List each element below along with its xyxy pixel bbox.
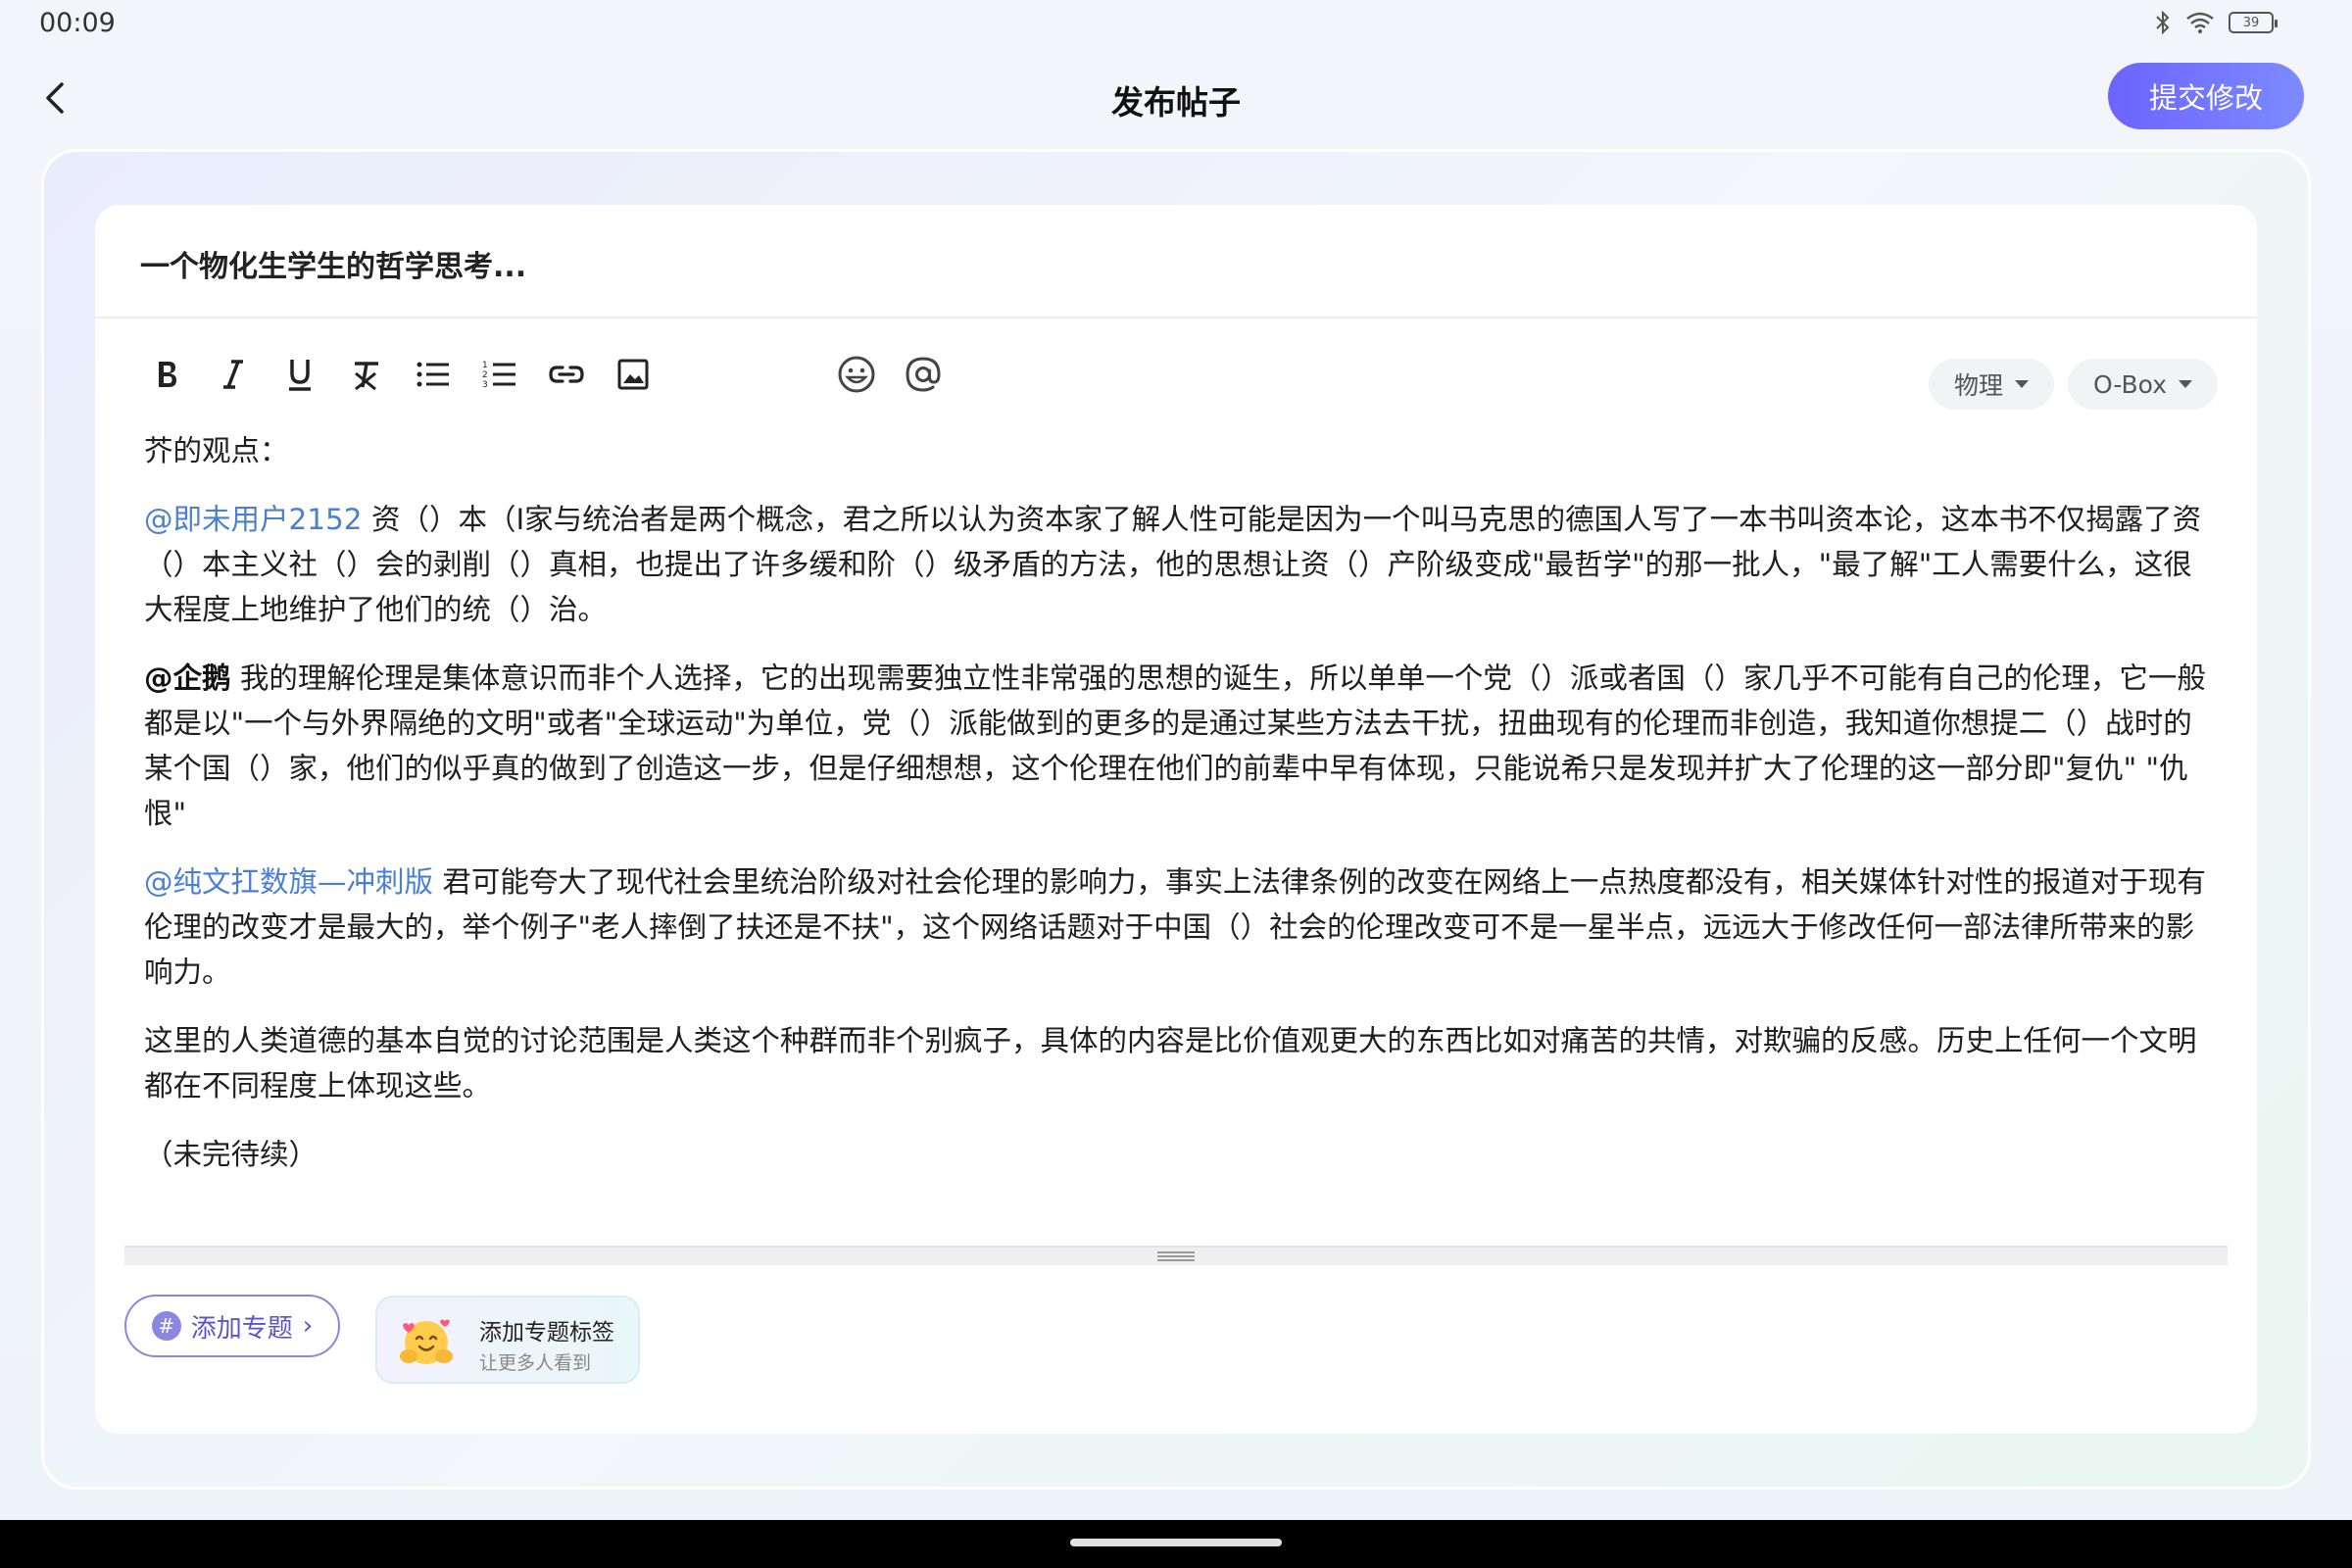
chevron-left-icon xyxy=(46,82,64,114)
mention-button[interactable] xyxy=(901,352,946,397)
status-time: 00:09 xyxy=(39,8,116,38)
topic-tip-bubble[interactable]: 添加专题标签 让更多人看到 xyxy=(375,1296,640,1384)
category-selectors: 物理 O-Box xyxy=(1929,359,2218,410)
wifi-icon xyxy=(2186,12,2214,33)
underline-icon xyxy=(289,360,311,391)
paragraph-4: 这里的人类道德的基本自觉的讨论范围是人类这个种群而非个别疯子，具体的内容是比价值… xyxy=(144,1024,2197,1102)
caret-down-icon xyxy=(2015,380,2030,388)
header: 发布帖子 提交修改 xyxy=(0,59,2352,137)
paragraph-2: @企鹅 我的理解伦理是集体意识而非个人选择，它的出现需要独立性非常强的思想的诞生… xyxy=(144,656,2212,836)
clear-format-icon xyxy=(355,362,378,391)
hashtag-icon: # xyxy=(151,1311,181,1341)
post-title-input[interactable]: 一个物化生学生的哲学思考... xyxy=(140,242,526,285)
title-row[interactable]: 一个物化生学生的哲学思考... xyxy=(95,205,2257,318)
numbered-list-button[interactable]: 123 xyxy=(477,352,522,397)
mention-link[interactable]: @即未用户2152 xyxy=(144,503,363,536)
bullet-list-button[interactable] xyxy=(411,352,456,397)
chevron-right-icon: › xyxy=(302,1311,314,1341)
tip-subtitle: 让更多人看到 xyxy=(479,1352,592,1374)
emoji-icon xyxy=(838,356,875,393)
paragraph-text: 君可能夸大了现代社会里统治阶级对社会伦理的影响力，事实上法律条例的改变在网络上一… xyxy=(144,865,2206,989)
italic-icon xyxy=(223,360,243,389)
status-bar: 00:09 39 xyxy=(0,0,2352,49)
status-icons: 39 xyxy=(2154,10,2278,35)
add-topic-label: 添加专题 xyxy=(190,1313,293,1344)
numbered-list-icon: 123 xyxy=(482,361,515,390)
paragraph-3: @纯文扛数旗—冲刺版 君可能夸大了现代社会里统治阶级对社会伦理的影响力，事实上法… xyxy=(144,859,2212,995)
bullet-list-icon xyxy=(416,362,449,387)
paragraph-intro: 芥的观点： xyxy=(144,434,289,467)
editor-resize-handle[interactable] xyxy=(124,1246,2228,1265)
battery-icon: 39 xyxy=(2229,12,2278,33)
at-sign-icon xyxy=(906,357,941,392)
insert-image-button[interactable] xyxy=(611,352,656,397)
paragraph-5: （未完待续） xyxy=(144,1138,318,1171)
underline-button[interactable] xyxy=(277,352,322,397)
mention-link[interactable]: @纯文扛数旗—冲刺版 xyxy=(144,865,433,899)
paragraph-text: 我的理解伦理是集体意识而非个人选择，它的出现需要独立性非常强的思想的诞生，所以单… xyxy=(144,662,2206,830)
page-title: 发布帖子 xyxy=(1111,83,1241,122)
battery-level: 39 xyxy=(2242,15,2260,30)
svg-text:1: 1 xyxy=(482,361,488,370)
bluetooth-icon xyxy=(2156,10,2170,35)
bold-button[interactable] xyxy=(144,352,189,397)
caret-down-icon xyxy=(2179,380,2192,388)
back-button[interactable] xyxy=(29,73,80,123)
subject-selector-label: 物理 xyxy=(1954,371,2004,400)
box-selector-label: O-Box xyxy=(2093,369,2167,399)
tip-title: 添加专题标签 xyxy=(479,1320,614,1346)
bold-icon xyxy=(159,362,176,387)
home-indicator[interactable] xyxy=(1070,1539,1282,1546)
link-button[interactable] xyxy=(544,352,589,397)
submit-edit-button[interactable]: 提交修改 xyxy=(2108,63,2304,129)
paragraph-1: @即未用户2152 资（）本（I家与统治者是两个概念，君之所以认为资本家了解人性… xyxy=(144,497,2212,632)
formatting-toolbar: 123 xyxy=(144,348,967,401)
link-icon xyxy=(549,366,584,383)
mention-bold[interactable]: @企鹅 xyxy=(144,662,231,695)
grip-icon xyxy=(1157,1251,1195,1261)
subject-selector[interactable]: 物理 xyxy=(1929,359,2055,410)
emoji-button[interactable] xyxy=(834,352,879,397)
paragraph-text: 资（）本（I家与统治者是两个概念，君之所以认为资本家了解人性可能是因为一个叫马克… xyxy=(144,503,2202,626)
image-icon xyxy=(617,359,649,390)
svg-text:2: 2 xyxy=(482,370,488,380)
add-topic-button[interactable]: # 添加专题 › xyxy=(124,1295,340,1357)
svg-text:3: 3 xyxy=(482,380,488,390)
post-editor-card: 一个物化生学生的哲学思考... 123 物理 O-Box 芥的观点： @即未用户… xyxy=(95,205,2257,1434)
hugging-face-icon xyxy=(400,1319,453,1364)
clear-format-button[interactable] xyxy=(344,352,389,397)
box-selector[interactable]: O-Box xyxy=(2068,359,2218,410)
italic-button[interactable] xyxy=(211,352,256,397)
post-content-editor[interactable]: 芥的观点： @即未用户2152 资（）本（I家与统治者是两个概念，君之所以认为资… xyxy=(144,428,2212,1200)
